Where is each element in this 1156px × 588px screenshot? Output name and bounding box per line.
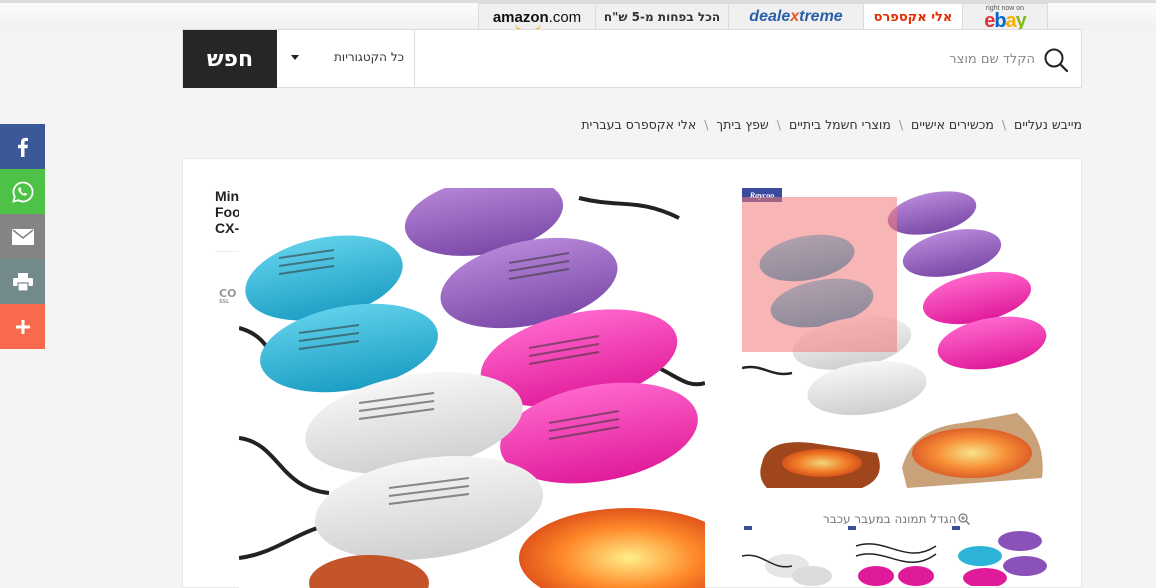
share-bar [0,124,45,349]
thumbnail[interactable] [846,526,946,586]
thumbnail[interactable] [742,526,842,586]
thumbnail-photo [742,554,832,586]
heart-icon[interactable] [1008,200,1038,228]
tab-under-5-shekel[interactable]: הכל בפחות מ-5 ש"ח [595,3,729,30]
breadcrumb-item[interactable]: מכשירים אישיים [911,117,994,132]
breadcrumb-item[interactable]: שפץ ביתך [716,117,768,132]
category-select[interactable]: כל הקטגוריות [277,30,415,87]
caret-down-icon [291,55,299,60]
amazon-logo-suffix: .com [548,8,582,26]
print-icon [12,272,33,291]
brand-badge-mini [952,526,960,530]
facebook-icon [17,137,28,157]
search-bar: חפש כל הקטגוריות [182,29,1082,88]
brand-badge-mini [744,526,752,530]
thumbnail-photo [855,543,937,586]
product-main-image[interactable]: Raycoo [742,188,1052,498]
breadcrumb-item-current[interactable]: מייבש נעליים [1014,117,1082,132]
thumbnail[interactable] [950,526,1050,586]
store-tabs: amazon .com הכל בפחות מ-5 ש"ח deale x treme… [478,3,1048,32]
plus-icon [15,319,30,334]
breadcrumb-separator: \ [704,117,709,132]
zoom-lens [742,197,897,352]
thumbnail-photo [958,531,1047,586]
dx-logo-part2: x [790,8,800,25]
ebay-logo: ebay [984,9,1027,32]
share-facebook-button[interactable] [0,124,45,169]
search-button[interactable]: חפש [183,30,277,88]
tab-aliexpress-label: אלי אקספרס [873,9,953,25]
seller-logo: CO SSL [219,287,237,305]
product-card: Mini Foo CX- CO SSL Raycoo הגדל תמונה במ… [182,158,1082,588]
thumbnail-strip [742,526,1052,586]
zoom-hint: הגדל תמונה במעבר עכבר [823,512,971,526]
breadcrumb-item[interactable]: אלי אקספרס בעברית [581,117,696,132]
brand-badge-mini [848,526,856,530]
product-zoom-image [239,188,705,588]
product-title: Mini Foo CX- [215,188,241,236]
breadcrumb: אלי אקספרס בעברית \ שפץ ביתך \ מוצרי חשמ… [581,117,1082,132]
shoe-dryer-zoom-photo [239,188,705,588]
tab-amazon[interactable]: amazon .com [478,3,596,31]
tab-under-5-shekel-label: הכל בפחות מ-5 ש"ח [603,10,721,24]
category-select-label: כל הקטגוריות [334,50,404,64]
breadcrumb-item[interactable]: מוצרי חשמל ביתיים [789,117,891,132]
zoom-hint-text: הגדל תמונה במעבר עכבר [823,512,957,526]
share-print-button[interactable] [0,259,45,304]
breadcrumb-separator: \ [1001,117,1007,132]
zoom-in-icon [958,513,971,525]
share-email-button[interactable] [0,214,45,259]
title-divider [215,251,241,252]
search-input[interactable] [423,38,1037,80]
tab-ebay[interactable]: right now on ebay [962,3,1048,32]
dx-logo-part3: treme [799,8,843,25]
search-icon[interactable] [1043,47,1069,73]
dx-logo-part1: deale [749,8,791,25]
breadcrumb-separator: \ [898,117,904,132]
whatsapp-icon [11,181,33,203]
email-icon [11,228,34,245]
tab-aliexpress[interactable]: אלי אקספרס [863,3,963,30]
tab-dealextreme[interactable]: deale x treme [728,3,864,30]
breadcrumb-separator: \ [776,117,781,132]
share-whatsapp-button[interactable] [0,169,45,214]
share-more-button[interactable] [0,304,45,349]
